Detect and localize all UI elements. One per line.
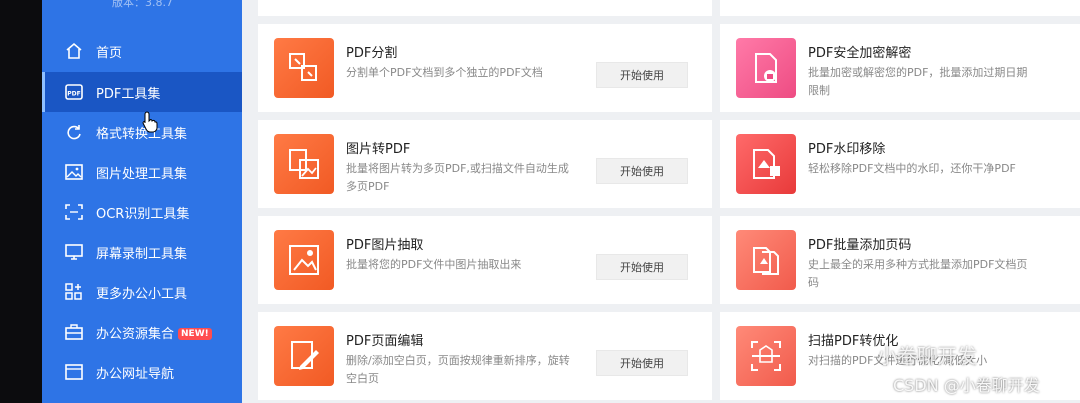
card-title: PDF页面编辑 bbox=[346, 334, 424, 349]
sidebar-item-label: 图片处理工具集 bbox=[96, 167, 188, 182]
sidebar-item-web-nav[interactable]: 办公网址导航 bbox=[42, 352, 242, 392]
card-title: PDF分割 bbox=[346, 46, 398, 61]
sidebar-item-image-tools[interactable]: 图片处理工具集 bbox=[42, 152, 242, 192]
card-partial-top bbox=[720, 0, 1080, 16]
start-button[interactable]: 开始使用 bbox=[596, 62, 688, 88]
ocr-scan-icon bbox=[65, 204, 83, 220]
tool-card-page-number[interactable]: PDF批量添加页码 史上最全的采用多种方式批量添加PDF文档页码 bbox=[720, 216, 1080, 304]
refresh-icon bbox=[67, 125, 81, 140]
sidebar-item-label: OCR识别工具集 bbox=[96, 207, 190, 222]
briefcase-icon bbox=[65, 324, 83, 340]
card-desc: 删除/添加空白页，页面按规律重新排序，旋转空白页 bbox=[346, 354, 570, 385]
watermark-csdn: CSDN @小卷聊开发 bbox=[893, 376, 1040, 395]
sidebar-item-label: 更多办公小工具 bbox=[96, 287, 188, 302]
mouse-cursor-icon bbox=[142, 111, 158, 133]
card-desc: 分割单个PDF文档到多个独立的PDF文档 bbox=[346, 66, 543, 79]
sidebar-item-more-tools[interactable]: 更多办公小工具 bbox=[42, 272, 242, 312]
image-extract-icon bbox=[274, 230, 334, 290]
tool-card-image-extract[interactable]: PDF图片抽取 批量将您的PDF文件中图片抽取出来 开始使用 bbox=[258, 216, 712, 304]
tool-card-page-edit[interactable]: PDF页面编辑 删除/添加空白页，页面按规律重新排序，旋转空白页 开始使用 bbox=[258, 312, 712, 400]
browser-icon bbox=[65, 364, 83, 380]
sidebar-item-screen-record[interactable]: 屏幕录制工具集 bbox=[42, 232, 242, 272]
card-desc: 轻松移除PDF文档中的水印，还你干净PDF bbox=[808, 162, 1016, 175]
split-icon bbox=[274, 38, 334, 98]
card-title: PDF安全加密解密 bbox=[808, 46, 912, 61]
sidebar: 版本：3.8.7 首页 PDF PDF工具集 格式转换工具集 图片处理工具集 O… bbox=[42, 0, 242, 403]
pdf-icon: PDF bbox=[65, 84, 83, 100]
card-desc: 批量加密或解密您的PDF，批量添加过期日期限制 bbox=[808, 66, 1028, 97]
card-desc: 史上最全的采用多种方式批量添加PDF文档页码 bbox=[808, 258, 1028, 289]
sidebar-item-office-resources[interactable]: 办公资源集合 NEW! bbox=[42, 312, 242, 352]
card-desc: 批量将您的PDF文件中图片抽取出来 bbox=[346, 258, 522, 271]
sidebar-item-label: 首页 bbox=[96, 46, 123, 61]
sidebar-item-label-wrap: 办公资源集合 NEW! bbox=[96, 323, 212, 342]
monitor-icon bbox=[65, 244, 83, 260]
lock-file-icon bbox=[736, 38, 796, 98]
sidebar-item-home[interactable]: 首页 bbox=[42, 31, 242, 71]
page-number-icon bbox=[736, 230, 796, 290]
start-button[interactable]: 开始使用 bbox=[596, 158, 688, 184]
tool-card-pdf-split[interactable]: PDF分割 分割单个PDF文档到多个独立的PDF文档 开始使用 bbox=[258, 24, 712, 112]
image-to-pdf-icon bbox=[274, 134, 334, 194]
sidebar-item-label: 屏幕录制工具集 bbox=[96, 247, 188, 262]
card-title: PDF批量添加页码 bbox=[808, 238, 912, 253]
svg-text:PDF: PDF bbox=[67, 91, 80, 98]
new-badge: NEW! bbox=[178, 328, 212, 340]
card-title: PDF水印移除 bbox=[808, 142, 886, 157]
sidebar-item-label: 办公资源集合 bbox=[96, 327, 175, 342]
page-edit-icon bbox=[274, 326, 334, 386]
tool-card-image-to-pdf[interactable]: 图片转PDF 批量将图片转为多页PDF,或扫描文件自动生成多页PDF 开始使用 bbox=[258, 120, 712, 208]
home-icon bbox=[66, 42, 82, 59]
grid-plus-icon bbox=[65, 283, 82, 300]
scan-optimize-icon bbox=[736, 326, 796, 386]
sidebar-item-pdf-tools[interactable]: PDF PDF工具集 bbox=[42, 72, 242, 112]
sidebar-item-label: 办公网址导航 bbox=[96, 367, 175, 382]
card-title: 图片转PDF bbox=[346, 142, 411, 157]
window-left-edge bbox=[0, 0, 42, 403]
card-partial-top bbox=[258, 0, 712, 16]
card-title: PDF图片抽取 bbox=[346, 238, 424, 253]
sidebar-item-ocr-tools[interactable]: OCR识别工具集 bbox=[42, 192, 242, 232]
watermark-remove-icon bbox=[736, 134, 796, 194]
version-label: 版本：3.8.7 bbox=[112, 0, 173, 9]
start-button[interactable]: 开始使用 bbox=[596, 350, 688, 376]
sidebar-item-label: PDF工具集 bbox=[96, 87, 161, 102]
image-icon bbox=[65, 164, 83, 180]
tool-card-pdf-encrypt[interactable]: PDF安全加密解密 批量加密或解密您的PDF，批量添加过期日期限制 bbox=[720, 24, 1080, 112]
tool-card-watermark-remove[interactable]: PDF水印移除 轻松移除PDF文档中的水印，还你干净PDF bbox=[720, 120, 1080, 208]
start-button[interactable]: 开始使用 bbox=[596, 254, 688, 280]
watermark-text: 小卷聊开发 bbox=[877, 344, 977, 368]
card-desc: 批量将图片转为多页PDF,或扫描文件自动生成多页PDF bbox=[346, 162, 569, 193]
